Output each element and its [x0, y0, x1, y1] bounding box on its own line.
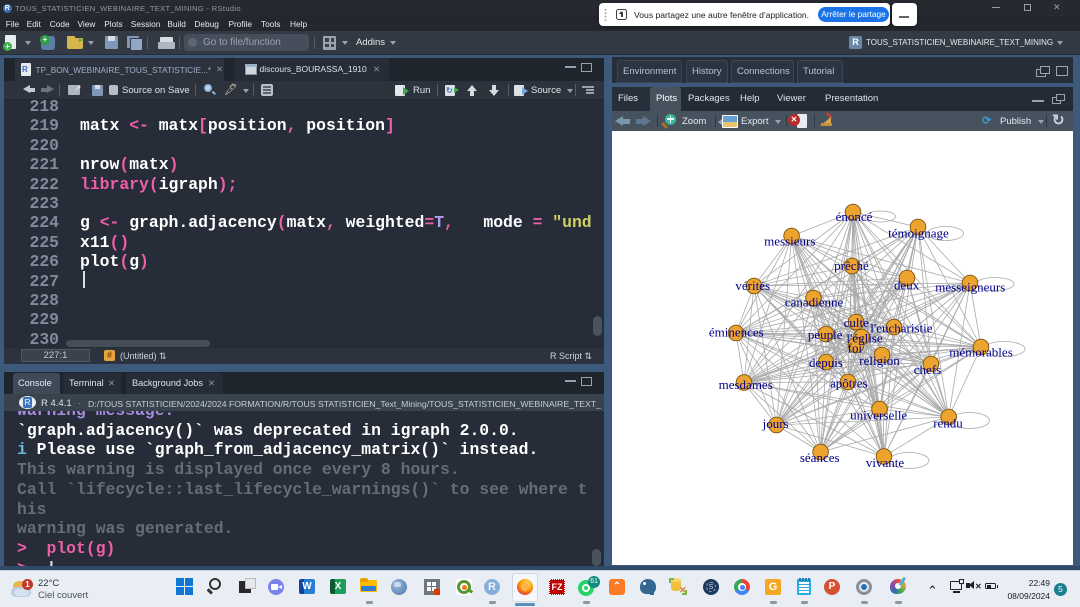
svg-text:peuple: peuple — [808, 327, 843, 342]
svg-text:religion: religion — [859, 353, 900, 368]
svg-text:témoignage: témoignage — [888, 226, 949, 241]
svg-text:depuis: depuis — [809, 355, 843, 370]
svg-text:mesdames: mesdames — [719, 377, 773, 392]
svg-text:vivante: vivante — [866, 455, 904, 470]
svg-text:messieurs: messieurs — [764, 234, 815, 249]
svg-text:apôtres: apôtres — [830, 375, 868, 390]
svg-text:séances: séances — [800, 450, 840, 465]
svg-text:énoncé: énoncé — [836, 209, 873, 224]
svg-text:culte: culte — [844, 315, 869, 330]
svg-text:éminences: éminences — [709, 325, 764, 340]
svg-text:vérités: vérités — [735, 278, 770, 293]
svg-text:prêché: prêché — [834, 258, 869, 273]
svg-text:mémorables: mémorables — [949, 345, 1013, 360]
svg-text:deux: deux — [894, 277, 920, 292]
svg-text:messeigneurs: messeigneurs — [935, 280, 1005, 295]
svg-text:rendu: rendu — [933, 415, 963, 430]
svg-text:universelle: universelle — [850, 408, 907, 423]
svg-text:canadienne: canadienne — [785, 294, 844, 309]
svg-text:chefs: chefs — [914, 362, 941, 377]
svg-text:jours: jours — [762, 416, 789, 431]
